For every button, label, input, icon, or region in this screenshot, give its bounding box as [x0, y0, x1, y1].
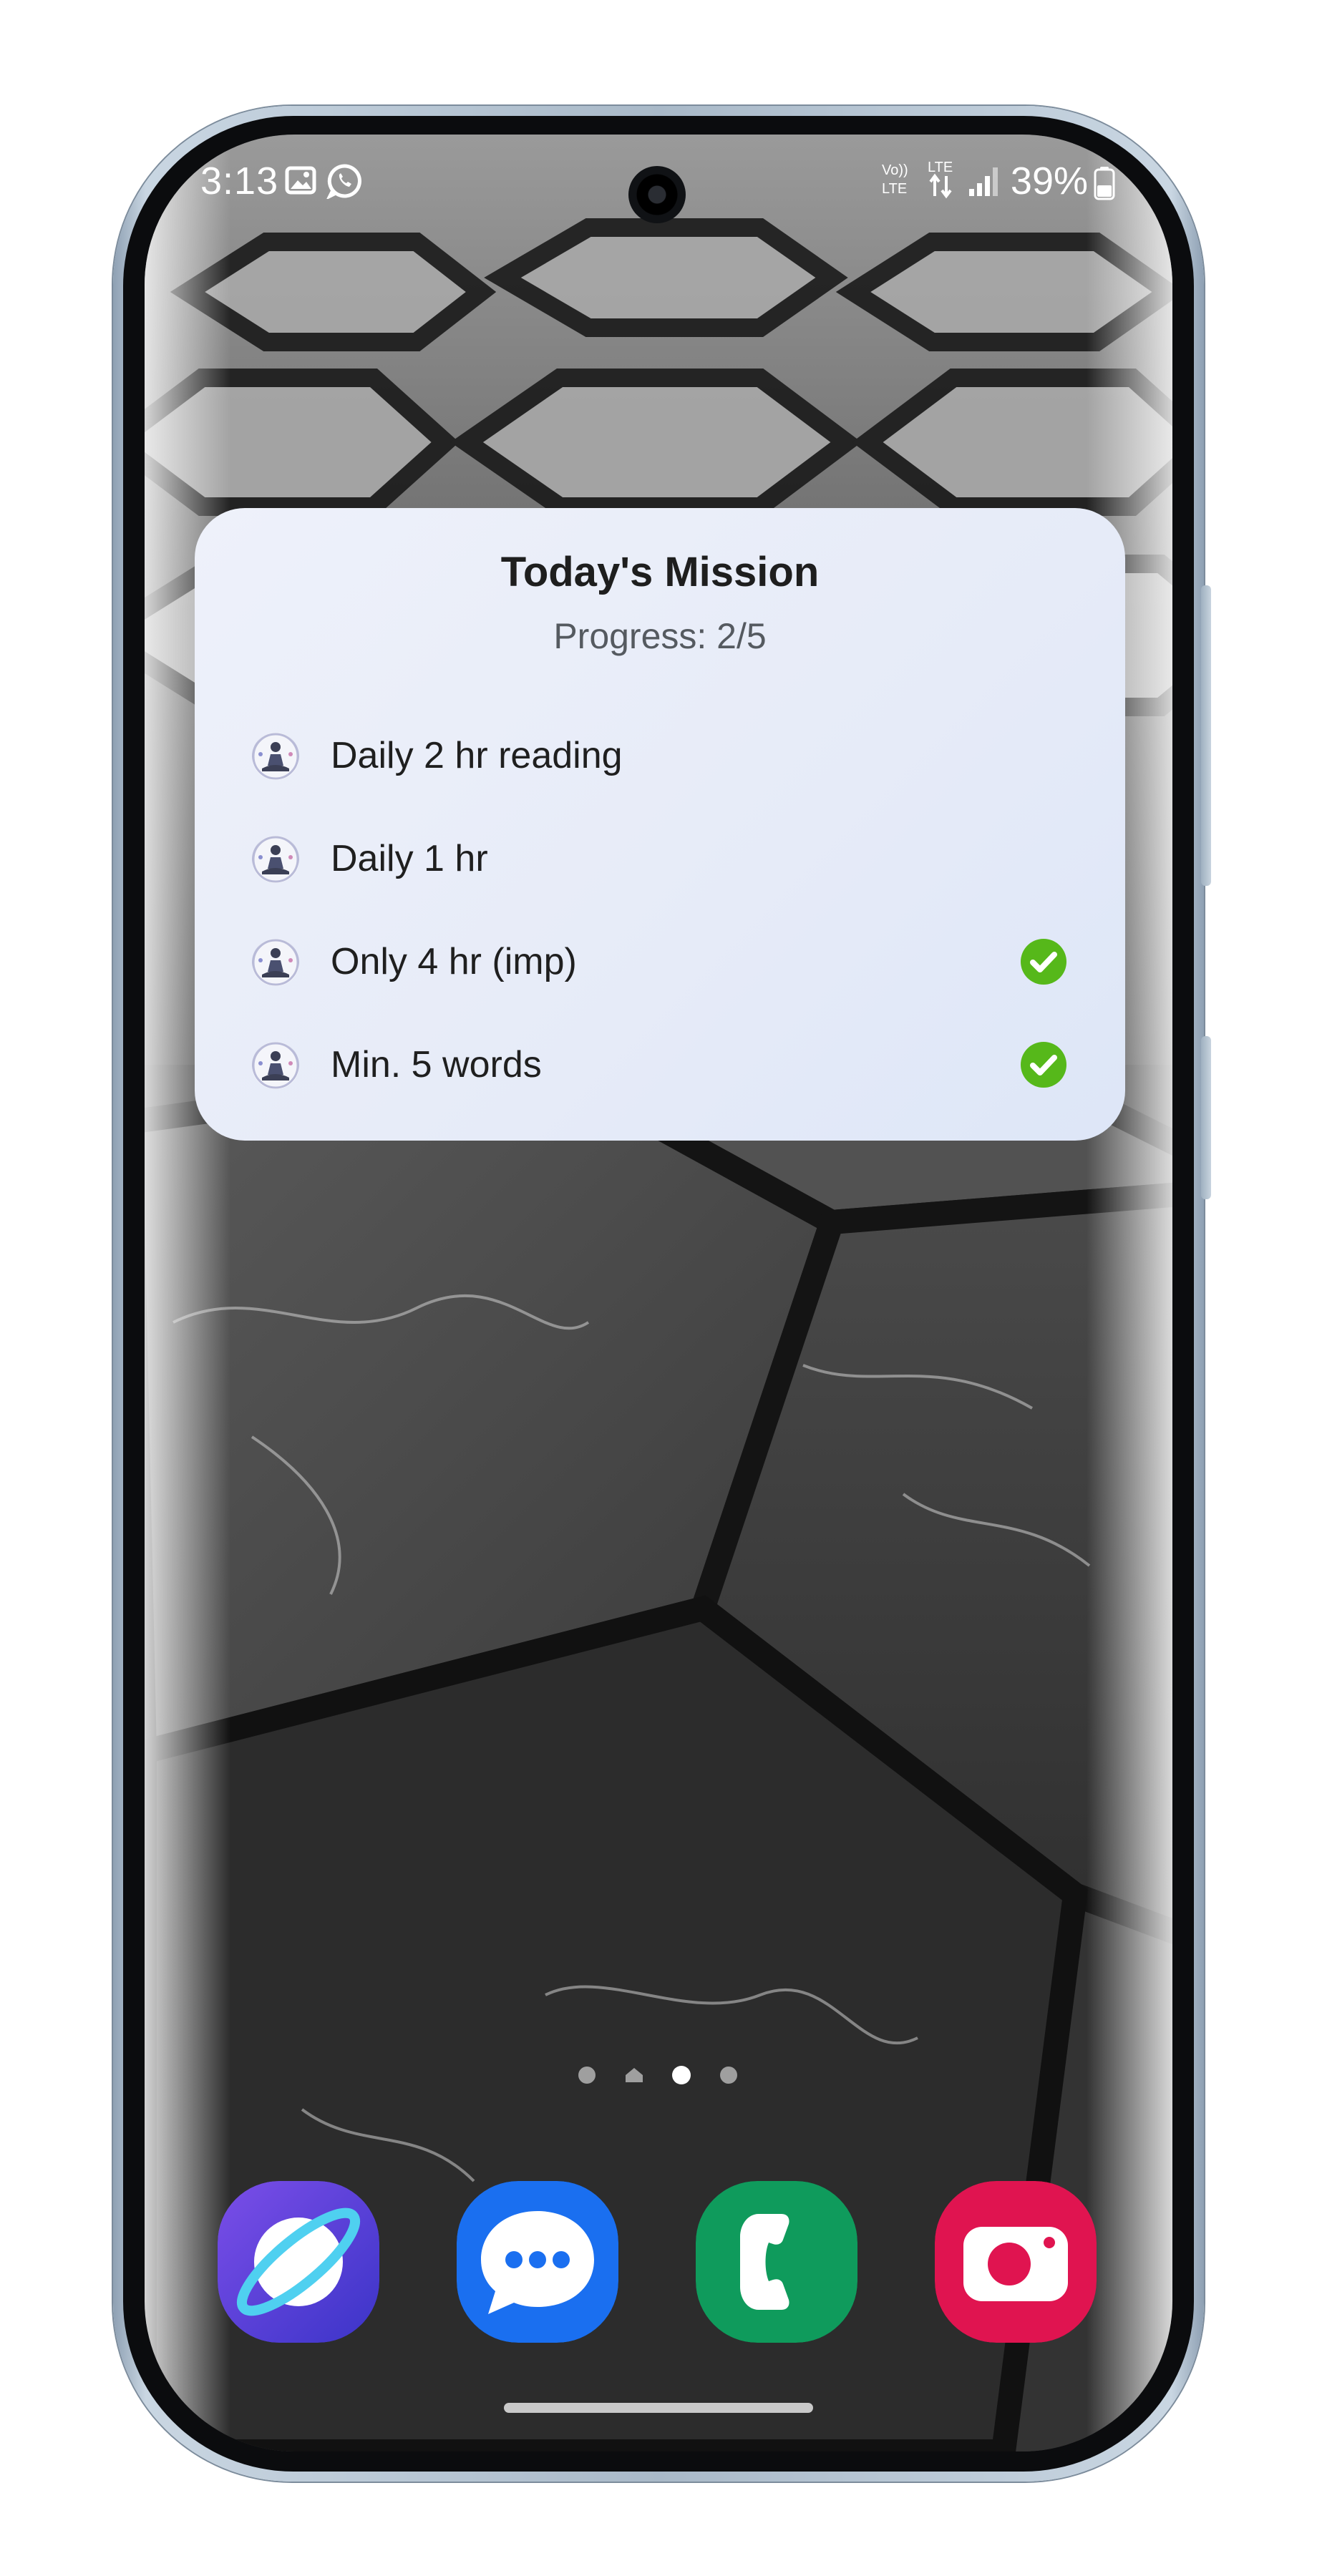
widget-title: Today's Mission — [500, 549, 820, 595]
task-label: Daily 2 hr reading — [331, 735, 623, 776]
front-camera-cutout — [628, 166, 686, 223]
camera-icon[interactable] — [935, 2181, 1097, 2343]
page-indicator[interactable] — [145, 2061, 1172, 2089]
signal-strength-icon — [969, 167, 998, 196]
meditation-avatar-icon — [252, 939, 299, 986]
home-page-dot — [626, 2068, 643, 2082]
svg-text:LTE: LTE — [928, 160, 953, 175]
checkmark-icon[interactable] — [1019, 937, 1068, 986]
page-dot — [720, 2067, 737, 2084]
meditation-avatar-icon — [252, 836, 299, 883]
todays-mission-widget[interactable]: Today's Mission Progress: 2/5 Daily 2 hr… — [195, 508, 1125, 1141]
task-item[interactable]: Only 4 hr (imp) — [252, 926, 1068, 997]
messages-bubble-icon[interactable] — [457, 2181, 618, 2343]
widget-progress: Progress: 2/5 — [553, 616, 767, 656]
internet-planet-icon[interactable] — [218, 2181, 379, 2343]
status-time: 3:13 — [200, 160, 279, 203]
edge-highlight-left — [145, 135, 230, 2451]
lte-data-icon: LTE — [928, 160, 953, 199]
whatsapp-notification-icon — [326, 164, 361, 199]
svg-text:LTE: LTE — [882, 181, 907, 197]
home-screen: 3:13 Vo)) LTE LTE 39% Today's Mission Pr… — [145, 135, 1172, 2451]
edge-highlight-right — [1087, 135, 1172, 2451]
volte-icon: Vo)) LTE — [882, 162, 908, 197]
page-dot — [578, 2067, 596, 2084]
meditation-avatar-icon — [252, 1042, 299, 1089]
task-item[interactable]: Min. 5 words — [252, 1029, 1068, 1101]
checkmark-icon[interactable] — [1019, 1040, 1068, 1089]
battery-icon — [1094, 167, 1115, 200]
app-dock — [145, 2181, 1172, 2353]
meditation-avatar-icon — [252, 733, 299, 780]
power-button — [1201, 1036, 1211, 1199]
task-label: Daily 1 hr — [331, 838, 488, 879]
battery-percentage: 39% — [1010, 160, 1088, 203]
gallery-notification-icon — [285, 166, 316, 195]
task-item[interactable]: Daily 2 hr reading — [252, 720, 1068, 791]
task-item[interactable]: Daily 1 hr — [252, 823, 1068, 894]
svg-text:Vo)): Vo)) — [882, 162, 908, 178]
page-dot-active — [672, 2066, 691, 2084]
gesture-home-bar[interactable] — [504, 2403, 813, 2413]
hexagon-wallpaper — [145, 135, 1172, 2451]
phone-handset-icon[interactable] — [696, 2181, 857, 2343]
volume-button — [1201, 585, 1211, 886]
task-label: Min. 5 words — [331, 1044, 542, 1085]
task-label: Only 4 hr (imp) — [331, 941, 577, 982]
